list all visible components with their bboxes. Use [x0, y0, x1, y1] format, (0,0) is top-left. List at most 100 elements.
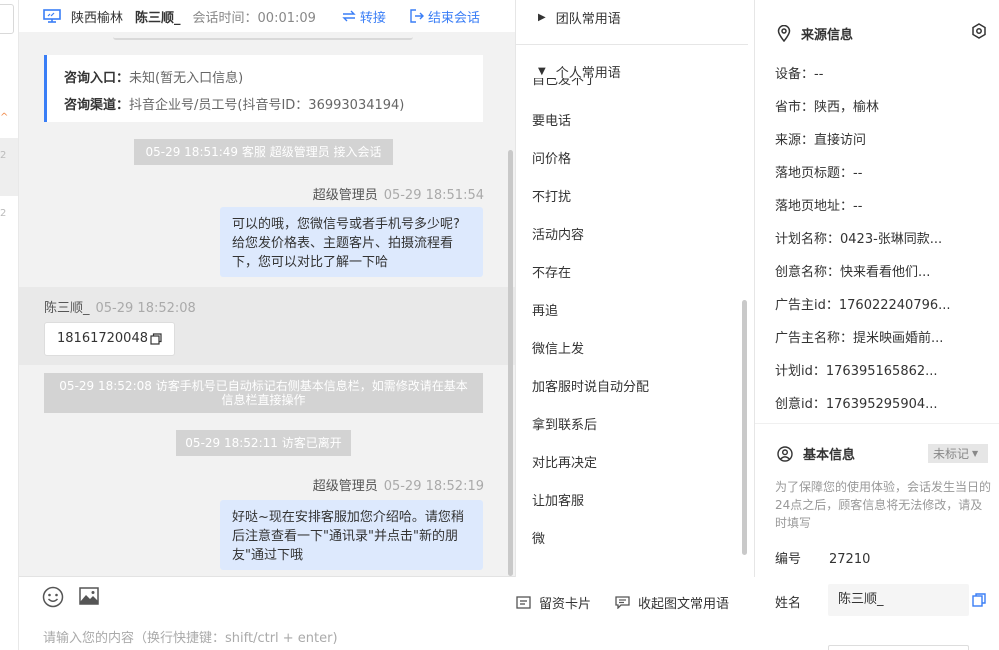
visitor-name: 陈三顺_ — [135, 10, 181, 26]
system-message: 05-29 18:52:11 访客已离开 — [176, 430, 351, 456]
field-label: 设备： — [775, 67, 815, 82]
phrase-item[interactable]: 让加客服 — [532, 490, 584, 509]
phrase-item[interactable]: 要电话 — [532, 110, 571, 129]
phrase-item[interactable]: 微信上发 — [532, 338, 584, 357]
message-input-area: 留资卡片 收起图文常用语 请输入您的内容（换行快捷键：shift/ctrl + … — [19, 576, 755, 650]
message-input[interactable]: 请输入您的内容（换行快捷键：shift/ctrl + enter) — [43, 627, 338, 646]
visitor-phone-message[interactable]: 18161720048 — [44, 322, 175, 356]
field-value: 直接访问 — [814, 133, 867, 148]
chat-panel: 陕西榆林 陈三顺_ 会话时间：00:01:09 转接 结束会话 咨询入口：未知(… — [19, 0, 515, 650]
channel-value: 抖音企业号/员工号(抖音号ID：36993034194) — [129, 98, 405, 113]
field-value: 176395165862... — [825, 364, 938, 379]
chat-header: 陕西榆林 陈三顺_ 会话时间：00:01:09 转接 结束会话 — [19, 0, 515, 32]
field-label: 广告主名称： — [775, 331, 854, 346]
field-advertiser-name: 广告主名称：提米映画婚前... — [775, 327, 943, 346]
field-value: 快来看看他们... — [840, 265, 931, 280]
chat-scrollbar[interactable] — [508, 150, 513, 576]
quick-phrases-panel: ▶ 团队常用语 ▼ 个人常用语 自己发不了 要电话 问价格 不打扰 活动内容 不… — [515, 0, 755, 577]
field-value: -- — [814, 67, 824, 82]
field-value: -- — [853, 166, 863, 181]
field-label: 计划id： — [775, 364, 826, 379]
field-creative-id: 创意id：176395295904... — [775, 393, 938, 412]
message-time: 05-29 18:52:08 — [95, 301, 196, 316]
lead-card-button[interactable]: 留资卡片 — [516, 593, 591, 612]
collapse-phrases-button[interactable]: 收起图文常用语 — [615, 593, 729, 612]
list-search-box[interactable] — [0, 4, 14, 34]
system-message: 05-29 18:52:08 访客手机号已自动标记右侧基本信息栏，如需修改请在基… — [44, 373, 483, 413]
caret-down-icon: ▼ — [972, 449, 979, 458]
field-label: 来源： — [775, 133, 815, 148]
field-label: 落地页地址： — [775, 199, 854, 214]
divider — [516, 44, 748, 45]
user-icon — [777, 445, 793, 462]
chevron-icon: ^ — [0, 112, 9, 123]
phrase-item-partial[interactable]: 自己发不了 — [532, 78, 732, 88]
field-creative-name: 创意名称：快来看看他们... — [775, 261, 930, 280]
list-count: 2 — [0, 150, 7, 161]
phrase-item[interactable]: 不存在 — [532, 262, 571, 281]
field-plan-name: 计划名称：0423-张琳同款... — [775, 228, 942, 247]
visitor-message-meta: 陈三顺_ 05-29 18:52:08 — [44, 297, 196, 316]
source-info-header: 来源信息 — [777, 24, 853, 43]
location-icon — [777, 25, 791, 42]
tag-select[interactable]: 未标记 ▼ — [928, 444, 988, 463]
field-value: -- — [853, 199, 863, 214]
source-info-title: 来源信息 — [801, 28, 854, 43]
field-name-label: 姓名 — [775, 596, 802, 611]
phrase-item[interactable]: 对比再决定 — [532, 452, 597, 471]
agent-name: 超级管理员 — [312, 479, 378, 494]
phrase-item[interactable]: 微 — [532, 528, 545, 547]
system-message: 05-29 18:51:49 客服 超级管理员 接入会话 — [134, 139, 393, 165]
transfer-button[interactable]: 转接 — [342, 7, 386, 26]
team-phrases-toggle[interactable]: ▶ 团队常用语 — [538, 8, 621, 27]
field-advertiser-id: 广告主id：176022240796... — [775, 294, 951, 313]
emoji-icon[interactable] — [42, 586, 64, 608]
phrase-item[interactable]: 再追 — [532, 300, 558, 319]
field-value: 176022240796... — [838, 298, 951, 313]
agent-name: 超级管理员 — [312, 188, 378, 203]
field-value: 提米映画婚前... — [853, 331, 944, 346]
list-count: 2 — [0, 208, 7, 219]
field-landing-title: 落地页标题：-- — [775, 162, 862, 181]
field-label: 省市： — [775, 100, 815, 115]
field-region: 省市：陕西，榆林 — [775, 96, 879, 115]
caret-down-icon: ▼ — [538, 66, 546, 77]
transfer-label: 转接 — [359, 10, 386, 26]
basic-info-header: 基本信息 — [777, 444, 855, 463]
visitor-message-row: 陈三顺_ 05-29 18:52:08 18161720048 — [19, 287, 515, 365]
phrase-item[interactable]: 不打扰 — [532, 186, 571, 205]
image-icon[interactable] — [79, 587, 99, 605]
session-time: 会话时间：00:01:09 — [192, 10, 316, 26]
field-label: 计划名称： — [775, 232, 841, 247]
field-value: 陕西，榆林 — [814, 100, 880, 115]
active-conversation-highlight[interactable] — [0, 138, 18, 196]
phrases-scrollbar[interactable] — [742, 300, 747, 555]
field-label: 创意id： — [775, 397, 826, 412]
field-id: 编号 27210 — [775, 548, 870, 567]
exit-icon — [410, 9, 424, 23]
header-divider — [113, 32, 413, 40]
end-session-button[interactable]: 结束会话 — [410, 7, 480, 26]
phrase-item[interactable]: 拿到联系后 — [532, 414, 597, 433]
monitor-icon — [43, 9, 61, 23]
phrase-item[interactable]: 问价格 — [532, 148, 571, 167]
caret-right-icon: ▶ — [538, 12, 546, 23]
phrase-item[interactable]: 加客服时说自动分配 — [532, 376, 649, 395]
end-session-label: 结束会话 — [427, 10, 480, 26]
consult-info-card: 咨询入口：未知(暂无入口信息) 咨询渠道：抖音企业号/员工号(抖音号ID：369… — [44, 55, 483, 122]
phrase-item[interactable]: 活动内容 — [532, 224, 584, 243]
message-time: 05-29 18:51:54 — [383, 188, 484, 203]
field-value: 27210 — [829, 552, 871, 567]
agent-message-meta: 超级管理员 05-29 18:52:19 — [313, 475, 484, 494]
field-value: 0423-张琳同款... — [840, 232, 943, 247]
edit-notice: 为了保障您的使用体验，会话发生当日的24点之后，顾客信息将无法修改，请及时填写 — [775, 480, 992, 530]
collapse-phrases-label: 收起图文常用语 — [638, 597, 730, 612]
entry-label: 咨询入口： — [64, 71, 130, 86]
name-input[interactable]: 陈三顺_ — [828, 584, 969, 616]
agent-message-bubble: 好哒~现在安排客服加您介绍哈。请您稍后注意查看一下"通讯录"并点击"新的朋友"通… — [220, 500, 483, 570]
settings-icon[interactable] — [971, 23, 987, 39]
copy-icon[interactable] — [972, 593, 986, 607]
next-field-input[interactable] — [828, 645, 969, 650]
copy-icon[interactable] — [150, 333, 162, 345]
tag-value: 未标记 — [933, 447, 970, 461]
